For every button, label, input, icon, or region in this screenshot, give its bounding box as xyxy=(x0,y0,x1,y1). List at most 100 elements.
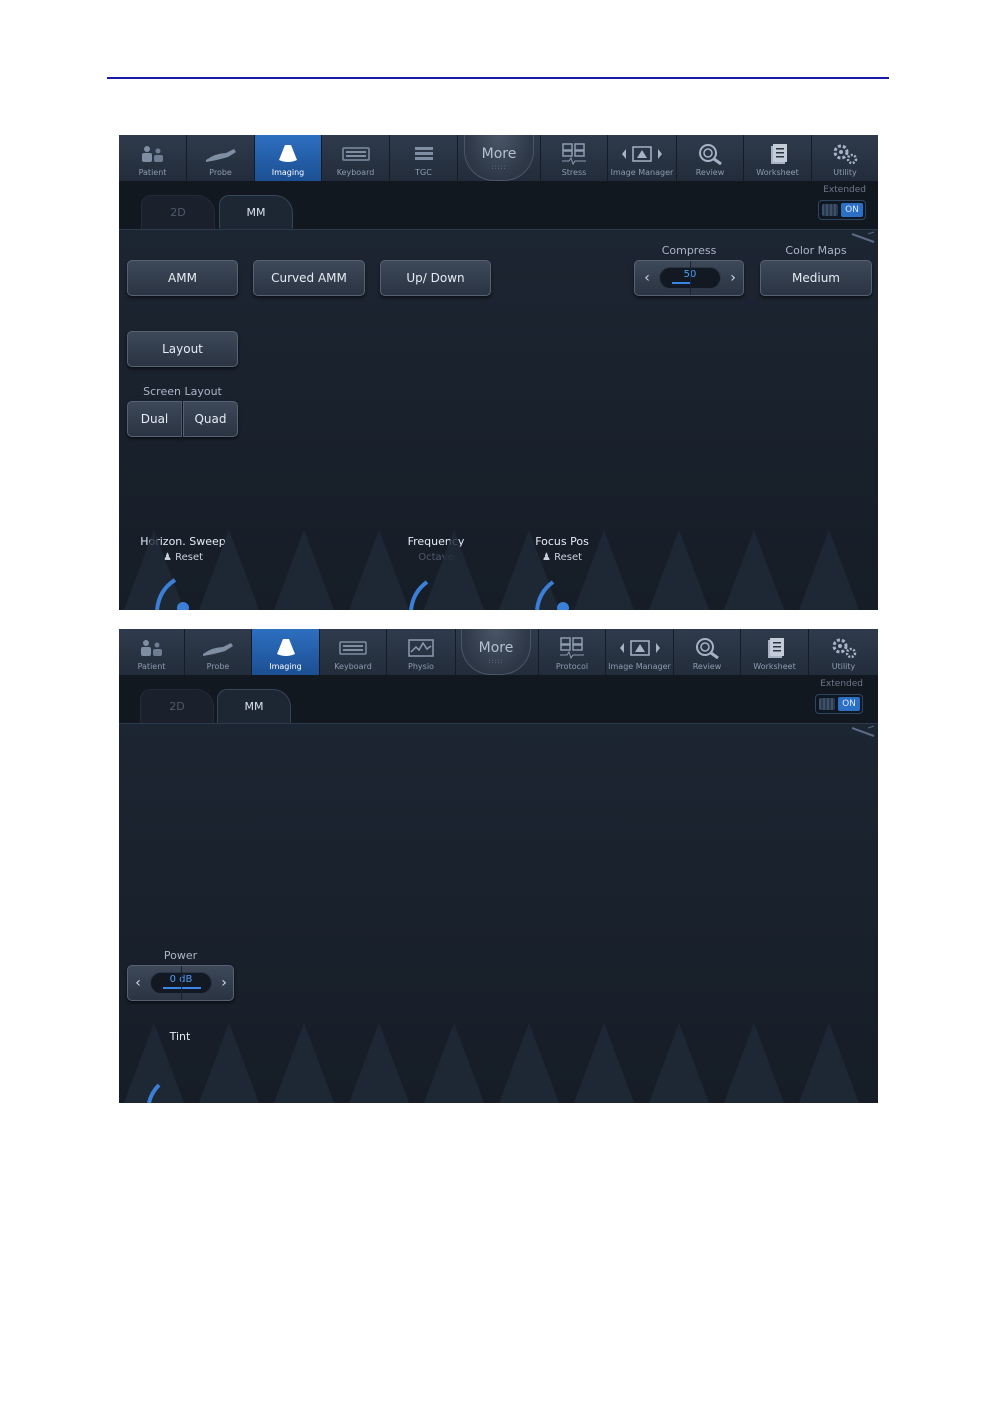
tab-2d[interactable]: 2D xyxy=(141,195,215,229)
extended-label: Extended xyxy=(823,185,866,195)
nav-probe-label: Probe xyxy=(209,168,232,177)
imaging-icon xyxy=(277,142,299,166)
review-icon xyxy=(696,142,724,166)
nav-keyboard[interactable]: Keyboard xyxy=(320,629,387,675)
patient-icon xyxy=(139,142,167,166)
nav-patient[interactable]: Patient xyxy=(119,135,187,181)
nav-image-manager-label: Image Manager xyxy=(608,662,671,671)
toggle-grip-icon xyxy=(822,204,838,216)
nav-imaging[interactable]: Imaging xyxy=(255,135,322,181)
toggle-grip-icon xyxy=(819,698,835,710)
layout-button[interactable]: Layout xyxy=(127,331,238,367)
power-stepper[interactable]: ‹ 0 dB › xyxy=(127,965,234,1001)
tab-mm[interactable]: MM xyxy=(217,689,291,723)
keyboard-icon xyxy=(341,142,370,166)
curved-amm-button[interactable]: Curved AMM xyxy=(253,260,365,296)
nav-image-manager[interactable]: Image Manager xyxy=(608,135,677,181)
probe-icon xyxy=(201,636,235,660)
extended-toggle[interactable]: ON xyxy=(815,694,863,714)
power-decrease-arrow[interactable]: ‹ xyxy=(130,972,146,994)
nav-patient-label: Patient xyxy=(137,662,166,671)
keyboard-icon xyxy=(339,636,367,660)
nav-protocol-label: Protocol xyxy=(555,662,589,671)
more-button[interactable]: More ::::: xyxy=(461,629,531,675)
probe-icon xyxy=(204,142,238,166)
protocol-icon xyxy=(559,636,585,660)
color-maps-button[interactable]: Medium xyxy=(760,260,872,296)
more-dots-icon: ::::: xyxy=(491,164,507,171)
nav-probe[interactable]: Probe xyxy=(185,629,252,675)
dual-layout-button[interactable]: Dual xyxy=(127,401,182,437)
extended-toggle[interactable]: ON xyxy=(818,200,866,220)
worksheet-icon xyxy=(768,142,788,166)
touch-panel-screenshot-2: Patient Probe Imaging Keyboard Physio Mo… xyxy=(119,629,878,1103)
top-navigation-bar: Patient Probe Imaging Keyboard Physio Mo… xyxy=(119,629,878,676)
tgc-icon xyxy=(414,142,434,166)
background-fan-pattern xyxy=(124,530,859,610)
stress-icon xyxy=(561,142,587,166)
color-maps-label: Color Maps xyxy=(785,244,847,257)
background-fan-pattern xyxy=(124,1023,859,1103)
compress-label: Compress xyxy=(661,244,717,257)
more-button[interactable]: More ::::: xyxy=(464,135,534,181)
probe-orientation-icon xyxy=(850,723,876,742)
nav-review-label: Review xyxy=(692,662,722,671)
power-label: Power xyxy=(163,949,198,962)
nav-review[interactable]: Review xyxy=(674,629,741,675)
nav-utility[interactable]: Utility xyxy=(809,629,878,675)
nav-imaging[interactable]: Imaging xyxy=(252,629,320,675)
patient-icon xyxy=(138,636,166,660)
nav-utility[interactable]: Utility xyxy=(812,135,878,181)
compress-stepper[interactable]: ‹ 50 › xyxy=(634,260,744,296)
compress-increase-arrow[interactable]: › xyxy=(725,267,741,289)
image-manager-icon xyxy=(618,636,662,660)
nav-worksheet-label: Worksheet xyxy=(756,168,799,177)
extended-toggle-state: ON xyxy=(838,697,860,711)
more-label: More xyxy=(478,640,514,656)
nav-image-manager[interactable]: Image Manager xyxy=(606,629,674,675)
nav-stress-label: Stress xyxy=(561,168,587,177)
nav-review-label: Review xyxy=(695,168,725,177)
nav-worksheet[interactable]: Worksheet xyxy=(741,629,809,675)
compress-decrease-arrow[interactable]: ‹ xyxy=(639,267,655,289)
up-down-button[interactable]: Up/ Down xyxy=(380,260,491,296)
tab-mm[interactable]: MM xyxy=(219,195,293,229)
nav-worksheet[interactable]: Worksheet xyxy=(744,135,812,181)
nav-keyboard-label: Keyboard xyxy=(336,168,375,177)
nav-imaging-label: Imaging xyxy=(269,662,302,671)
frequency-knob[interactable] xyxy=(409,580,429,610)
nav-patient[interactable]: Patient xyxy=(119,629,185,675)
nav-review[interactable]: Review xyxy=(677,135,744,181)
mode-tab-strip: 2D MM xyxy=(119,675,878,724)
power-divider xyxy=(181,966,182,1000)
nav-utility-label: Utility xyxy=(833,168,857,177)
nav-tgc[interactable]: TGC xyxy=(390,135,458,181)
gear-icon xyxy=(830,636,858,660)
power-increase-arrow[interactable]: › xyxy=(216,972,232,994)
worksheet-icon xyxy=(765,636,785,660)
nav-probe[interactable]: Probe xyxy=(187,135,255,181)
more-label: More xyxy=(481,146,517,162)
nav-image-manager-label: Image Manager xyxy=(610,168,674,177)
top-navigation-bar: Patient Probe Imaging Keyboard TGC More … xyxy=(119,135,878,182)
mode-tab-strip: 2D MM xyxy=(119,181,878,230)
nav-probe-label: Probe xyxy=(206,662,230,671)
nav-tgc-label: TGC xyxy=(415,168,432,177)
nav-physio-label: Physio xyxy=(408,662,434,671)
image-manager-icon xyxy=(620,142,664,166)
nav-protocol[interactable]: Protocol xyxy=(538,629,606,675)
nav-worksheet-label: Worksheet xyxy=(753,662,796,671)
nav-stress[interactable]: Stress xyxy=(540,135,608,181)
tab-2d[interactable]: 2D xyxy=(140,689,214,723)
extended-label: Extended xyxy=(820,679,863,689)
amm-button[interactable]: AMM xyxy=(127,260,238,296)
nav-physio[interactable]: Physio xyxy=(387,629,456,675)
nav-patient-label: Patient xyxy=(138,168,167,177)
extended-toggle-state: ON xyxy=(841,203,863,217)
quad-layout-button[interactable]: Quad xyxy=(183,401,238,437)
physio-icon xyxy=(408,636,434,660)
nav-utility-label: Utility xyxy=(831,662,856,671)
nav-keyboard[interactable]: Keyboard xyxy=(322,135,390,181)
gear-icon xyxy=(831,142,859,166)
review-icon xyxy=(693,636,721,660)
